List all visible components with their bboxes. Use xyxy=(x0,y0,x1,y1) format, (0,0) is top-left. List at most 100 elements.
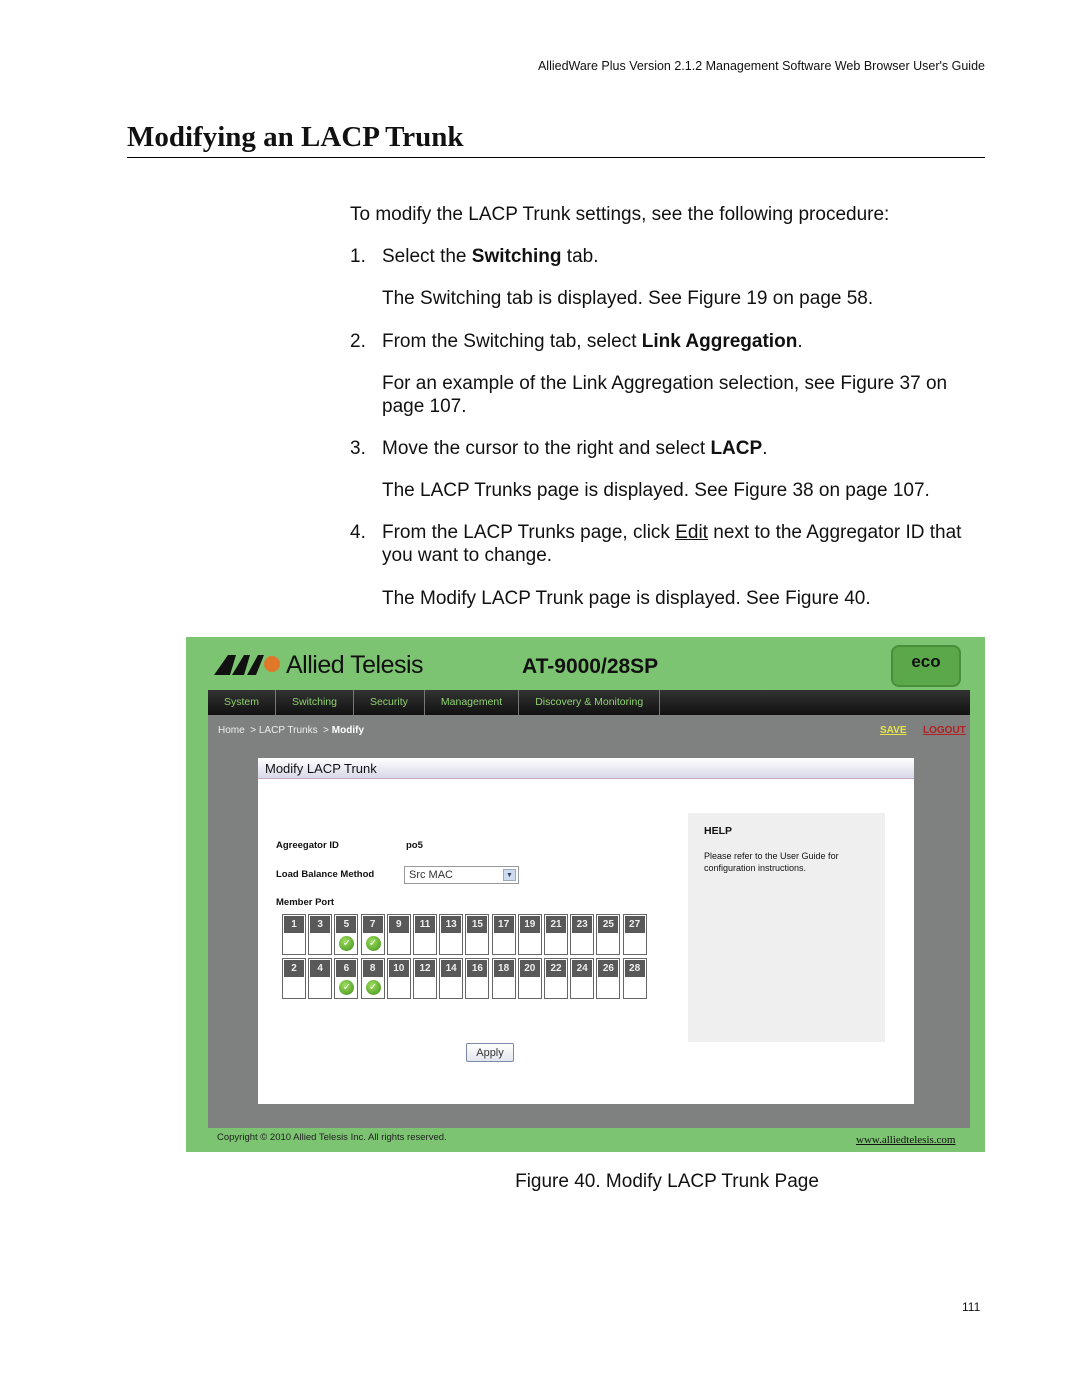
port-number: 20 xyxy=(519,960,540,977)
port-number: 7 xyxy=(362,916,383,933)
port-27[interactable]: 27 xyxy=(622,914,647,955)
port-13[interactable]: 13 xyxy=(439,914,464,955)
aggregator-id-value: po5 xyxy=(406,840,423,851)
ui-term: Link Aggregation xyxy=(641,331,798,352)
step-text-part: tab. xyxy=(561,246,599,267)
port-28[interactable]: 28 xyxy=(622,958,647,999)
port-number: 23 xyxy=(572,916,593,933)
help-panel: HELP Please refer to the User Guide for … xyxy=(688,813,885,1042)
port-number: 8 xyxy=(362,960,383,977)
port-9[interactable]: 9 xyxy=(386,914,411,955)
port-23[interactable]: 23 xyxy=(570,914,595,955)
port-number: 16 xyxy=(467,960,488,977)
title-rule xyxy=(127,157,985,158)
port-number: 25 xyxy=(598,916,619,933)
port-2[interactable]: 2 xyxy=(282,958,306,999)
port-number: 14 xyxy=(441,960,462,977)
port-19[interactable]: 19 xyxy=(517,914,542,955)
port-number: 27 xyxy=(624,916,645,933)
port-21[interactable]: 21 xyxy=(544,914,568,955)
port-17[interactable]: 17 xyxy=(491,914,516,955)
apply-button[interactable]: Apply xyxy=(466,1043,514,1062)
step-result: For an example of the Link Aggregation s… xyxy=(382,373,948,417)
port-number: 12 xyxy=(415,960,435,977)
port-6[interactable]: 6 ✓ xyxy=(334,958,359,999)
checkmark-icon: ✓ xyxy=(339,980,355,995)
logout-link[interactable]: LOGOUT xyxy=(923,725,966,736)
aggregator-id-label: Agreegator ID xyxy=(276,840,339,851)
step-number: 1. xyxy=(350,246,366,267)
port-number: 18 xyxy=(493,960,514,977)
port-number: 5 xyxy=(336,916,357,933)
tab-discovery-monitoring[interactable]: Discovery & Monitoring xyxy=(519,690,661,715)
section-title: Modifying an LACP Trunk xyxy=(127,121,464,153)
modify-lacp-trunk-box: Modify LACP Trunk Agreegator ID po5 Load… xyxy=(258,758,914,1104)
port-26[interactable]: 26 xyxy=(596,958,621,999)
port-number: 6 xyxy=(336,960,357,977)
save-link[interactable]: SAVE xyxy=(880,725,907,736)
step-text: From the Switching tab, select Link Aggr… xyxy=(382,330,982,353)
port-number: 2 xyxy=(284,960,304,977)
breadcrumb-lacp-trunks[interactable]: LACP Trunks xyxy=(259,725,318,736)
port-number: 24 xyxy=(572,960,593,977)
port-15[interactable]: 15 xyxy=(465,914,490,955)
port-number: 10 xyxy=(388,960,409,977)
page-number: 111 xyxy=(962,1300,981,1314)
step-result: The Modify LACP Trunk page is displayed.… xyxy=(382,588,871,609)
port-number: 1 xyxy=(284,916,304,933)
port-number: 28 xyxy=(624,960,645,977)
member-port-label: Member Port xyxy=(276,897,335,908)
port-12[interactable]: 12 xyxy=(413,958,437,999)
breadcrumb-home[interactable]: Home xyxy=(218,725,245,736)
port-16[interactable]: 16 xyxy=(465,958,490,999)
chevron-down-icon: ▼ xyxy=(503,869,516,881)
port-11[interactable]: 11 xyxy=(413,914,437,955)
port-25[interactable]: 25 xyxy=(596,914,621,955)
edit-term: Edit xyxy=(675,522,708,543)
load-balance-select[interactable]: Src MAC ▼ xyxy=(404,866,519,884)
port-8[interactable]: 8 ✓ xyxy=(360,958,385,999)
tab-system[interactable]: System xyxy=(208,690,277,715)
help-title: HELP xyxy=(704,825,733,837)
step-text: Move the cursor to the right and select … xyxy=(382,437,982,460)
checkmark-icon: ✓ xyxy=(339,936,355,951)
step-text: Select the Switching tab. xyxy=(382,245,982,268)
port-22[interactable]: 22 xyxy=(544,958,568,999)
port-1[interactable]: 1 xyxy=(282,914,306,955)
port-number: 13 xyxy=(441,916,462,933)
port-3[interactable]: 3 xyxy=(308,914,333,955)
checkmark-icon: ✓ xyxy=(365,936,381,951)
checkmark-icon: ✓ xyxy=(365,980,381,995)
tab-management[interactable]: Management xyxy=(425,690,520,715)
port-4[interactable]: 4 xyxy=(308,958,333,999)
screenshot-figure: Allied Telesis AT-9000/28SP eco System Sw… xyxy=(186,637,985,1152)
app-panel: System Switching Security Management Discove… xyxy=(208,690,970,1128)
port-24[interactable]: 24 xyxy=(570,958,595,999)
tab-switching[interactable]: Switching xyxy=(276,690,354,715)
step-number: 4. xyxy=(350,522,366,543)
breadcrumb-current: Modify xyxy=(331,725,365,736)
port-7[interactable]: 7 ✓ xyxy=(360,914,385,955)
port-20[interactable]: 20 xyxy=(517,958,542,999)
port-number: 26 xyxy=(598,960,619,977)
port-number: 15 xyxy=(467,916,488,933)
port-number: 17 xyxy=(493,916,514,933)
port-18[interactable]: 18 xyxy=(491,958,516,999)
port-number: 4 xyxy=(310,960,331,977)
nav-bar: System Switching Security Management Discove… xyxy=(208,690,970,715)
website-link[interactable]: www.alliedtelesis.com xyxy=(856,1134,955,1146)
port-number: 22 xyxy=(546,960,566,977)
step-text-part: From the Switching tab, select xyxy=(382,331,642,352)
step-result: The Switching tab is displayed. See Figu… xyxy=(382,288,874,309)
ui-term: LACP xyxy=(710,438,763,459)
port-10[interactable]: 10 xyxy=(386,958,411,999)
step-text: From the LACP Trunks page, click Edit ne… xyxy=(382,521,982,567)
tab-security[interactable]: Security xyxy=(354,690,425,715)
copyright: Copyright © 2010 Allied Telesis Inc. All… xyxy=(217,1132,447,1143)
step-text-part: . xyxy=(762,438,768,459)
intro-text: To modify the LACP Trunk settings, see t… xyxy=(350,204,890,225)
port-14[interactable]: 14 xyxy=(439,958,464,999)
port-number: 9 xyxy=(388,916,409,933)
port-5[interactable]: 5 ✓ xyxy=(334,914,359,955)
step-text-part: From the LACP Trunks page, click xyxy=(382,522,676,543)
